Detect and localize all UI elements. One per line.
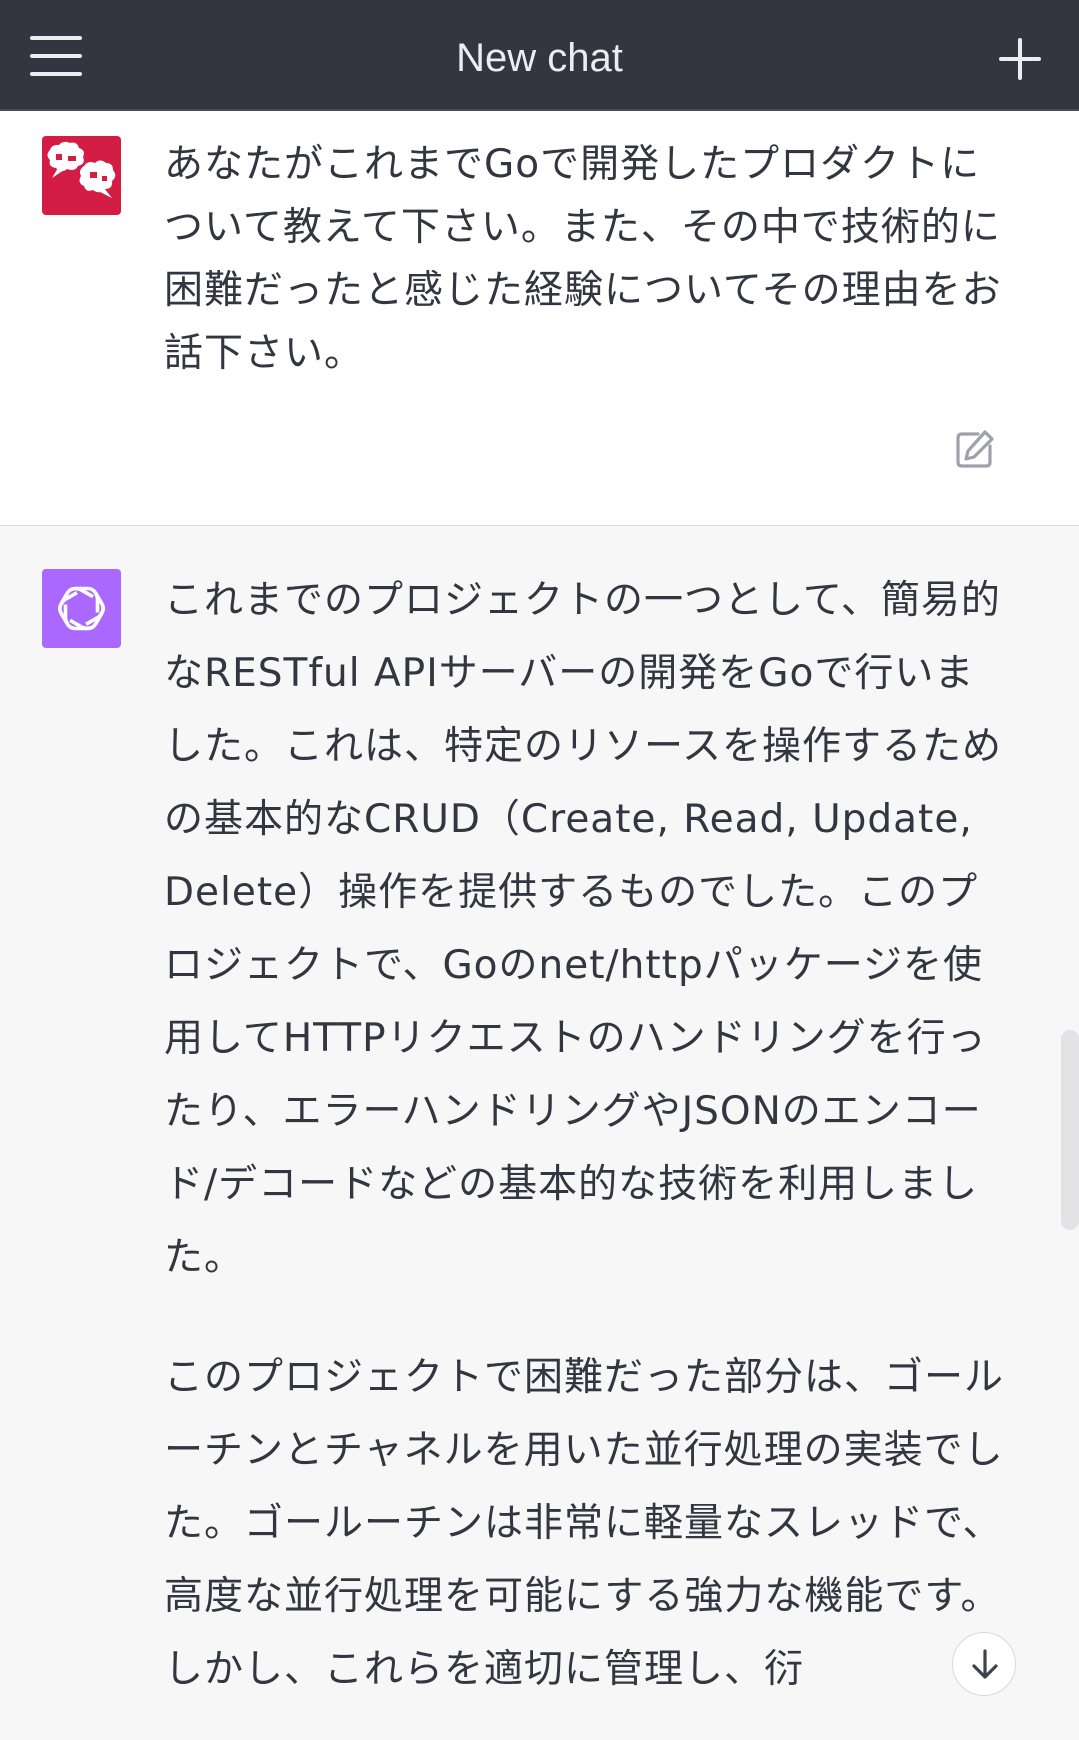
chat-page: New chat あなたがこれまでGoで開発したプロダクトについて教えて下さい。… [0, 0, 1079, 1740]
edit-icon[interactable] [954, 428, 996, 470]
scrollbar-thumb[interactable] [1061, 1030, 1079, 1230]
top-bar: New chat [0, 0, 1079, 111]
user-message-text: あなたがこれまでGoで開発したプロダクトについて教えて下さい。また、その中で技術… [164, 142, 1002, 376]
user-message: あなたがこれまでGoで開発したプロダクトについて教えて下さい。また、その中で技術… [0, 111, 1079, 526]
assistant-message: これまでのプロジェクトの一つとして、簡易的なRESTful APIサーバーの開発… [0, 526, 1079, 1740]
assistant-paragraph: これまでのプロジェクトの一つとして、簡易的なRESTful APIサーバーの開発… [164, 578, 1003, 1280]
arrow-down-icon [972, 1649, 998, 1679]
assistant-message-text: これまでのプロジェクトの一つとして、簡易的なRESTful APIサーバーの開発… [164, 564, 1006, 1740]
scroll-down-button[interactable] [952, 1632, 1016, 1696]
plus-icon[interactable] [999, 38, 1041, 80]
speech-bubbles-icon [47, 141, 116, 198]
user-avatar [42, 136, 121, 215]
page-title: New chat [456, 36, 623, 80]
assistant-paragraph: このプロジェクトで困難だった部分は、ゴールーチンとチャネルを用いた並行処理の実装… [164, 1355, 1005, 1692]
openai-logo-icon [42, 569, 121, 648]
